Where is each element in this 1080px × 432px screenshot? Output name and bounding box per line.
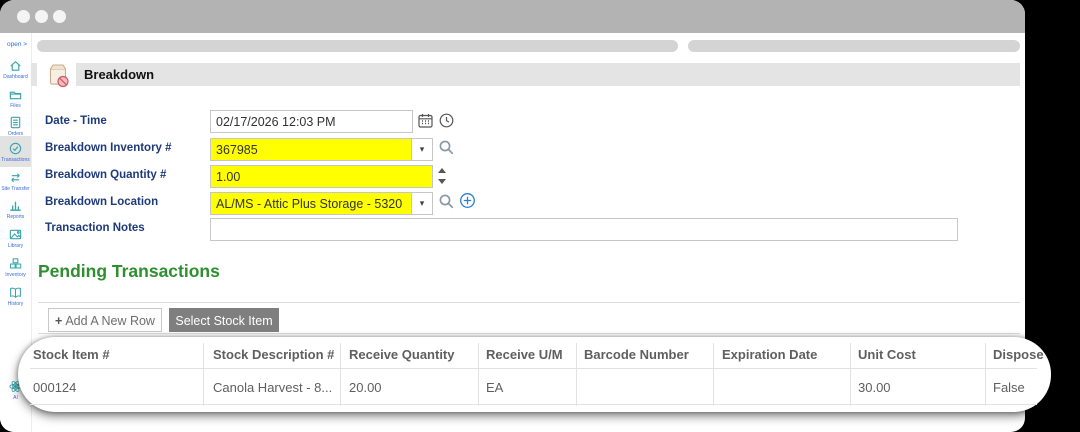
window-control-dot-3[interactable] [53,10,66,23]
pending-transactions-table: Stock Item # Stock Description # Receive… [18,337,1051,412]
col-header-stock-item: Stock Item # [33,347,110,362]
breakdown-quantity-input[interactable] [210,165,433,188]
col-header-receive-um: Receive U/M [486,347,563,362]
transfer-arrows-icon [11,172,20,182]
sidebar-item-files[interactable]: Files [0,83,31,112]
grid-header-border [38,333,1020,334]
add-location-icon[interactable] [459,192,477,210]
home-icon [10,60,21,71]
calendar-icon[interactable] [417,112,435,130]
header-row-divider [30,368,1037,369]
plus-icon: + [55,314,63,328]
folder-icon [9,91,22,99]
sidebar-item-label: AI [13,394,18,401]
transaction-notes-input[interactable] [210,218,958,241]
quantity-step-down-icon[interactable] [438,179,446,184]
sidebar-open-link[interactable]: open > [7,41,27,48]
column-divider [850,343,851,406]
location-search-icon[interactable] [438,193,456,211]
col-header-barcode-number: Barcode Number [584,347,689,362]
boxes-icon [9,257,22,269]
pending-transactions-heading: Pending Transactions [38,261,220,281]
breakdown-location-label: Breakdown Location [45,196,159,208]
sidebar-item-label: Inventory [5,271,26,278]
location-dropdown-button[interactable]: ▾ [411,192,433,215]
bar-chart-icon [10,201,21,211]
breakdown-inventory-input[interactable] [210,138,412,161]
page-title: Breakdown [84,67,155,82]
quantity-step-up-icon[interactable] [438,168,446,173]
sidebar-item-label: Site Transfer [1,185,30,192]
cell-receive-quantity[interactable]: 20.00 [349,380,382,395]
sidebar-item-label: History [7,300,24,307]
sidebar-item-library[interactable]: Library [0,223,31,252]
sidebar-item-label: Transactions [1,156,30,163]
transaction-notes-label: Transaction Notes [45,222,145,234]
breakdown-inventory-label: Breakdown Inventory # [45,142,172,154]
column-divider [203,343,204,406]
sidebar-item-label: Files [10,102,21,109]
column-divider [985,343,986,406]
inventory-dropdown-button[interactable]: ▾ [411,138,433,161]
cell-dispose[interactable]: False [993,380,1025,395]
check-circle-icon [9,142,22,154]
breakdown-page-icon [46,61,70,88]
toolbar-placeholder-bar-right [688,40,1020,52]
package-bag-icon [49,64,69,88]
sidebar-item-reports[interactable]: Reports [0,194,31,223]
book-icon [10,287,21,298]
sidebar-item-site-transfer[interactable]: Site Transfer [0,166,31,195]
image-icon [9,229,22,239]
cell-stock-description[interactable]: Canola Harvest - 8... [213,380,332,395]
cell-receive-um[interactable]: EA [486,380,503,395]
cell-stock-item[interactable]: 000124 [33,380,76,395]
date-time-label: Date - Time [45,115,107,127]
sidebar-item-label: Reports [6,213,25,220]
sidebar-item-label: Dashboard [3,73,28,80]
window-control-dot-2[interactable] [35,10,48,23]
date-time-input[interactable] [210,110,413,133]
col-header-dispose: Dispose [993,347,1044,362]
inventory-search-icon[interactable] [438,139,456,157]
data-row-divider [30,404,1037,405]
clock-icon[interactable] [438,112,456,130]
document-icon [10,116,21,128]
breakdown-quantity-label: Breakdown Quantity # [45,169,167,181]
column-divider [713,343,714,406]
col-header-stock-description: Stock Description # [213,347,335,362]
window-control-dot-1[interactable] [17,10,30,23]
col-header-expiration-date: Expiration Date [722,347,818,362]
window-titlebar [0,0,1025,33]
sidebar-item-history[interactable]: History [0,281,31,310]
add-new-row-button[interactable]: + Add A New Row [48,308,162,332]
sidebar-item-inventory[interactable]: Inventory [0,252,31,281]
toolbar-placeholder-bar-left [37,40,678,52]
column-divider [576,343,577,406]
sidebar-item-label: Library [7,242,24,249]
breakdown-location-input[interactable] [210,192,412,215]
sidebar-item-dashboard[interactable]: Dashboard [0,54,31,83]
header-left-chip [31,63,37,86]
col-header-receive-quantity: Receive Quantity [349,347,455,362]
page-header-strip: Breakdown [76,63,1020,86]
column-divider [340,343,341,406]
grid-top-border [38,302,1020,303]
cell-unit-cost[interactable]: 30.00 [858,380,891,395]
sidebar-item-transactions[interactable]: Transactions [0,136,31,167]
select-stock-item-button[interactable]: Select Stock Item [169,308,279,332]
column-divider [478,343,479,406]
col-header-unit-cost: Unit Cost [858,347,916,362]
